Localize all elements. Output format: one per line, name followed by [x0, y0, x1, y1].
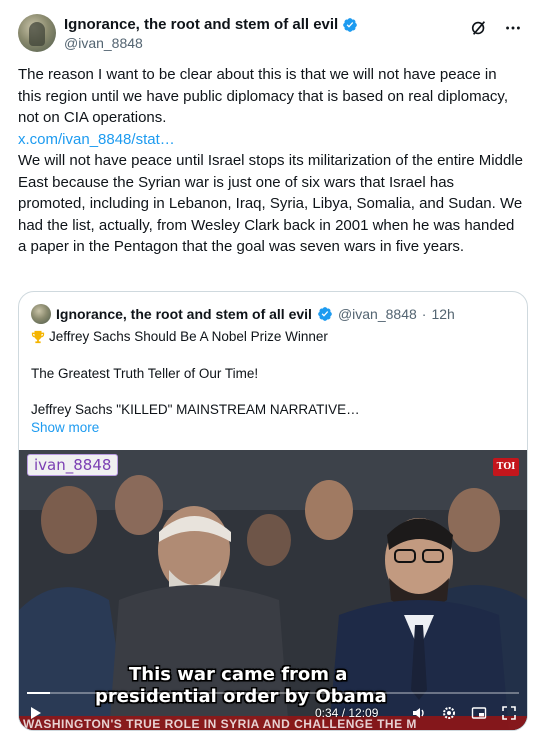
header-actions	[469, 18, 523, 38]
channel-logo: TOI	[493, 458, 519, 476]
play-icon[interactable]	[29, 706, 43, 720]
video-control-icons	[411, 705, 517, 721]
show-more-link[interactable]: Show more	[31, 420, 99, 435]
quoted-line-1: Jeffrey Sachs Should Be A Nobel Prize Wi…	[31, 329, 328, 344]
video-player[interactable]: ivan_8848 TOI This war came from a presi…	[19, 450, 527, 730]
quoted-handle: @ivan_8848	[337, 306, 417, 322]
quoted-line-1-text: Jeffrey Sachs Should Be A Nobel Prize Wi…	[49, 329, 328, 344]
settings-icon[interactable]	[441, 705, 457, 721]
tweet-paragraph-2: We will not have peace until Israel stop…	[18, 152, 523, 255]
trophy-icon	[31, 330, 45, 343]
video-time: 0:34 / 12:09	[315, 706, 379, 720]
quoted-line-3: Jeffrey Sachs "KILLED" MAINSTREAM NARRAT…	[31, 402, 360, 417]
display-name[interactable]: Ignorance, the root and stem of all evil	[64, 16, 338, 33]
quoted-tweet-header: Ignorance, the root and stem of all evil…	[31, 304, 455, 324]
tweet-link[interactable]: x.com/ivan_8848/stat…	[18, 131, 175, 148]
quoted-avatar	[31, 304, 51, 324]
tweet-header: Ignorance, the root and stem of all evil…	[18, 14, 523, 54]
separator-dot: ·	[421, 306, 427, 322]
progress-fill	[27, 692, 51, 694]
quoted-line-2: The Greatest Truth Teller of Our Time!	[31, 366, 259, 381]
fullscreen-icon[interactable]	[501, 705, 517, 721]
quoted-tweet[interactable]: Ignorance, the root and stem of all evil…	[18, 291, 528, 731]
progress-bar[interactable]	[27, 692, 519, 694]
avatar[interactable]	[18, 14, 56, 52]
subtitle-line-1: This war came from a	[129, 664, 348, 685]
handle[interactable]: @ivan_8848	[64, 35, 143, 51]
tweet-paragraph-1: The reason I want to be clear about this…	[18, 66, 508, 126]
tweet: Ignorance, the root and stem of all evil…	[0, 0, 533, 733]
tweet-text: The reason I want to be clear about this…	[18, 64, 523, 258]
quoted-timestamp: 12h	[431, 306, 455, 322]
more-icon[interactable]	[503, 18, 523, 38]
verified-badge-icon	[343, 17, 358, 32]
video-watermark: ivan_8848	[27, 454, 119, 476]
grok-icon[interactable]	[469, 18, 489, 38]
picture-in-picture-icon[interactable]	[471, 705, 487, 721]
verified-badge-icon	[318, 307, 332, 321]
quoted-display-name: Ignorance, the root and stem of all evil	[56, 306, 312, 322]
video-controls: 0:34 / 12:09	[19, 692, 527, 724]
name-row: Ignorance, the root and stem of all evil	[64, 16, 358, 33]
volume-icon[interactable]	[411, 705, 427, 721]
